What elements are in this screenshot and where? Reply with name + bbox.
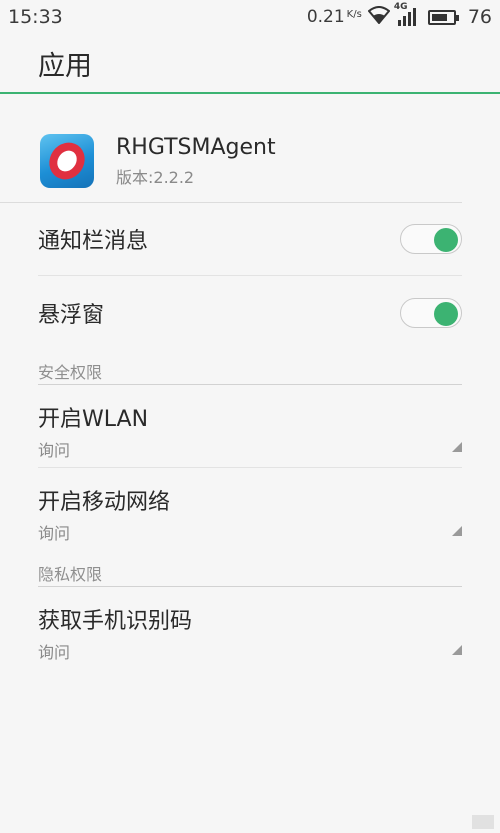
network-type-label: 4G [393,2,408,12]
app-version: 版本:2.2.2 [116,167,195,187]
toggle-row-notification[interactable]: 通知栏消息 [38,203,462,276]
section-header-privacy: 隐私权限 [38,551,462,587]
wifi-icon [367,5,391,29]
permission-value: 询问 [38,643,71,662]
dropdown-triangle-icon [452,442,462,452]
permission-value: 询问 [38,441,71,460]
permission-title: 获取手机识别码 [38,609,193,634]
cellular-signal-icon: 4G [394,2,418,26]
app-bar: 应用 [0,34,500,94]
status-time: 15:33 [8,6,63,28]
app-icon [40,134,94,188]
dropdown-triangle-icon [452,645,462,655]
battery-fill [431,13,447,21]
section-header-security: 安全权限 [38,349,462,385]
status-bar: 15:33 0.21 K/s 4G 76 [0,0,500,34]
permission-title: 开启移动网络 [38,490,171,515]
toggle-label: 悬浮窗 [38,302,105,328]
permission-title: 开启WLAN [38,407,149,432]
battery-level: 76 [467,6,492,28]
toggle-row-floating-window[interactable]: 悬浮窗 [38,276,462,349]
switch-knob [434,228,458,252]
status-icons: 0.21 K/s 4G 76 [307,2,492,29]
dropdown-triangle-icon [452,526,462,536]
floating-window-switch[interactable] [400,297,462,328]
permission-row-device-id[interactable]: 获取手机识别码 询问 [38,587,462,670]
switch-knob [434,301,458,326]
network-speed-unit: K/s [346,8,362,20]
app-logo-ring [42,135,92,187]
watermark-mark [472,815,494,829]
permission-row-wlan[interactable]: 开启WLAN 询问 [38,385,462,468]
toggle-label: 通知栏消息 [38,229,149,254]
battery-icon [427,9,459,25]
network-speed: 0.21 K/s [307,7,362,27]
app-info-header: RHGTSMAgent 版本:2.2.2 [0,94,462,203]
page-title: 应用 [38,50,92,82]
app-name: RHGTSMAgent [116,134,276,160]
network-speed-value: 0.21 [306,7,345,27]
notification-switch[interactable] [400,224,462,254]
permission-value: 询问 [38,524,71,543]
app-info-text: RHGTSMAgent 版本:2.2.2 [116,135,276,188]
permission-row-mobile-network[interactable]: 开启移动网络 询问 [38,468,462,551]
